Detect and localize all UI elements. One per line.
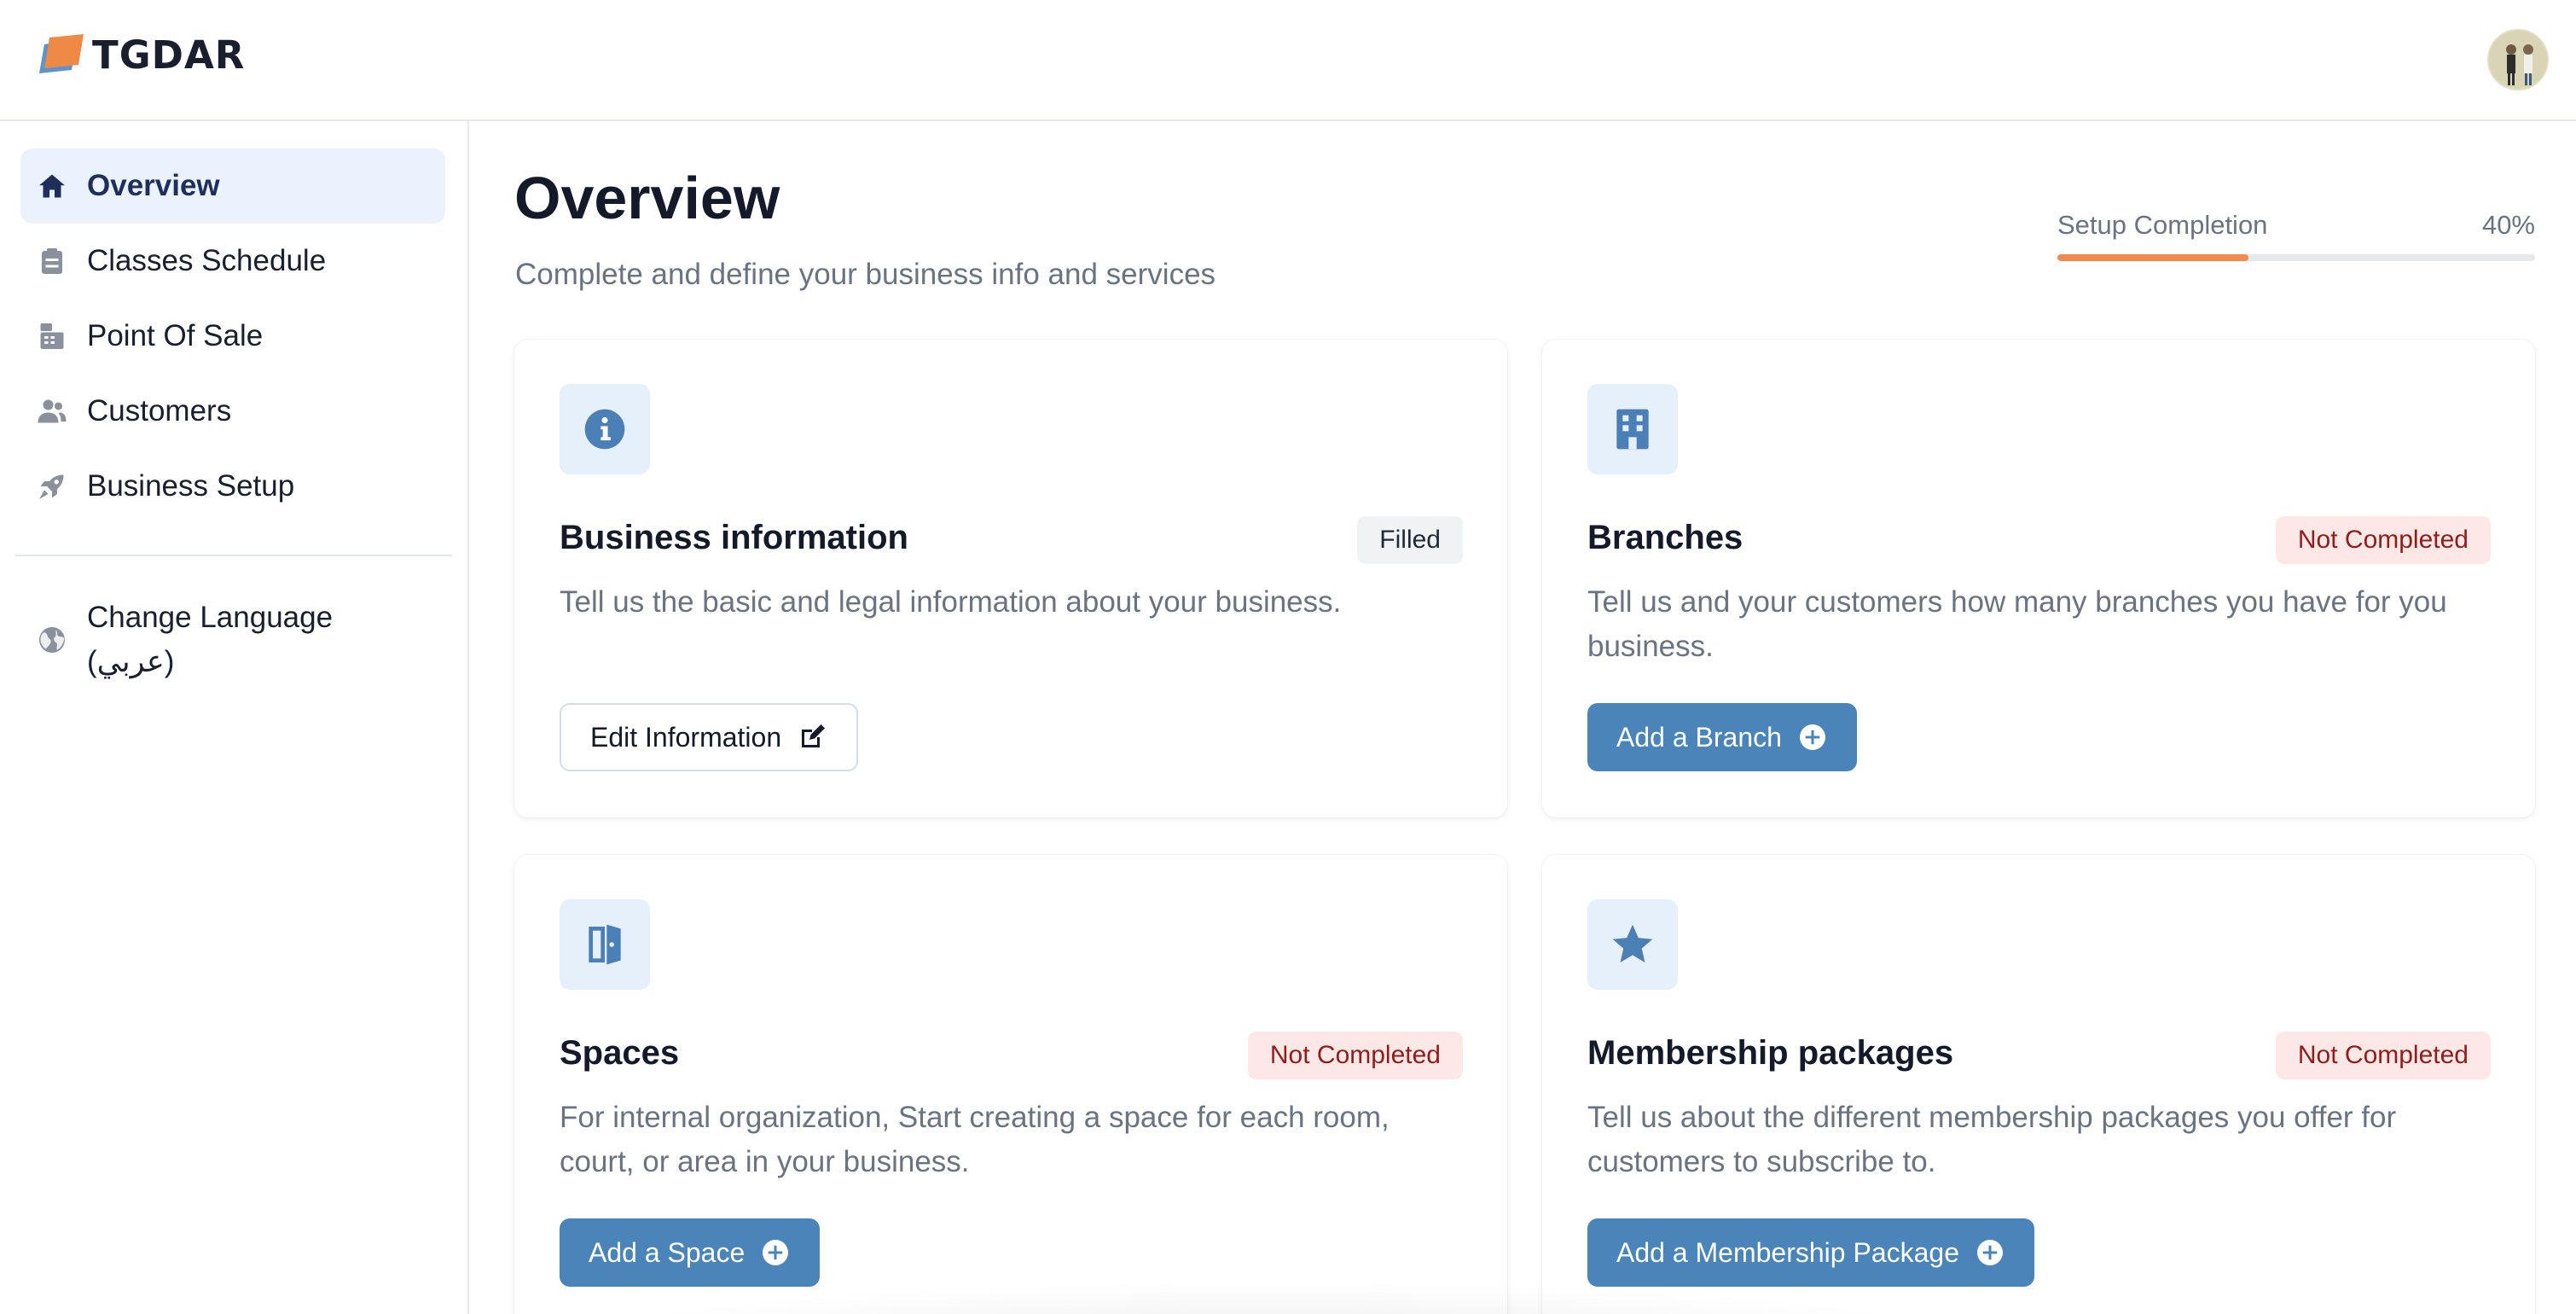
- info-icon: [560, 384, 650, 474]
- plus-circle-icon: [1975, 1237, 2005, 1268]
- sidebar-item-customers[interactable]: Customers: [20, 374, 445, 449]
- change-language-line2: (عربي): [87, 645, 175, 678]
- card-description: Tell us and your customers how many bran…: [1587, 585, 2447, 663]
- plus-circle-icon: [1797, 722, 1828, 753]
- sidebar-item-label: Point Of Sale: [87, 319, 264, 352]
- sidebar-item-label: Classes Schedule: [87, 244, 327, 277]
- setup-completion-header: Setup Completion 40%: [2057, 210, 2535, 241]
- sidebar: Overview Classes Schedule Point Of Sale …: [0, 121, 469, 1314]
- top-bar: TGDAR: [0, 0, 2576, 121]
- avatar-image: [2489, 31, 2547, 89]
- setup-completion-label: Setup Completion: [2057, 210, 2268, 240]
- card-description: Tell us the basic and legal information …: [560, 585, 1342, 619]
- plus-circle-icon: [760, 1237, 791, 1268]
- sidebar-item-overview[interactable]: Overview: [20, 148, 445, 224]
- main-content: Overview Complete and define your busine…: [471, 121, 2576, 1314]
- brand-logo[interactable]: TGDAR: [36, 31, 245, 78]
- card-description: For internal organization, Start creatin…: [560, 1101, 1390, 1178]
- page-subtitle: Complete and define your business info a…: [515, 258, 1216, 291]
- add-space-button[interactable]: Add a Space: [560, 1218, 821, 1287]
- user-avatar[interactable]: [2487, 29, 2549, 90]
- button-label: Add a Branch: [1616, 721, 1782, 753]
- sidebar-item-point-of-sale[interactable]: Point Of Sale: [20, 299, 445, 374]
- home-icon: [34, 168, 70, 204]
- add-membership-package-button[interactable]: Add a Membership Package: [1587, 1218, 2034, 1287]
- sidebar-item-label: Overview: [87, 169, 220, 202]
- card-title: Business information: [560, 519, 908, 556]
- button-label: Edit Information: [590, 721, 782, 753]
- card-title: Membership packages: [1587, 1034, 1954, 1072]
- door-icon: [560, 899, 650, 990]
- sidebar-divider: [15, 555, 452, 556]
- card-spaces: Spaces Not Completed For internal organi…: [514, 855, 1507, 1314]
- brand-name: TGDAR: [92, 32, 246, 78]
- setup-completion: Setup Completion 40%: [2057, 210, 2535, 261]
- card-business-information: Business information Filled Tell us the …: [514, 340, 1507, 817]
- sidebar-item-business-setup[interactable]: Business Setup: [20, 449, 445, 524]
- page-title: Overview: [514, 165, 780, 231]
- card-description: Tell us about the different membership p…: [1587, 1101, 2397, 1178]
- button-label: Add a Space: [589, 1236, 746, 1268]
- tgdar-logo-icon: [39, 34, 84, 73]
- sidebar-item-label: Customers: [87, 394, 232, 427]
- status-badge: Filled: [1357, 516, 1463, 564]
- building-icon: [1587, 384, 1678, 474]
- change-language-label: Change Language (عربي): [87, 596, 333, 684]
- card-title: Spaces: [560, 1034, 680, 1072]
- edit-information-button[interactable]: Edit Information: [560, 703, 859, 771]
- sidebar-nav: Overview Classes Schedule Point Of Sale …: [20, 148, 445, 524]
- sidebar-item-label: Business Setup: [87, 469, 295, 503]
- scroll-shadow: [590, 1282, 1955, 1314]
- progress-track: [2057, 254, 2535, 261]
- card-title: Branches: [1587, 519, 1743, 556]
- change-language-line1: Change Language: [87, 601, 334, 634]
- rocket-icon: [34, 468, 70, 504]
- card-membership-packages: Membership packages Not Completed Tell u…: [1542, 855, 2535, 1314]
- button-label: Add a Membership Package: [1616, 1236, 1959, 1268]
- status-badge: Not Completed: [2275, 516, 2491, 564]
- users-icon: [34, 393, 70, 429]
- status-badge: Not Completed: [1247, 1032, 1463, 1079]
- clipboard-icon: [34, 243, 70, 279]
- register-icon: [34, 318, 70, 354]
- globe-icon: [34, 622, 70, 658]
- setup-completion-value: 40%: [2481, 210, 2535, 240]
- status-badge: Not Completed: [2275, 1032, 2491, 1079]
- star-icon: [1587, 899, 1678, 990]
- add-branch-button[interactable]: Add a Branch: [1587, 703, 1857, 771]
- progress-fill: [2057, 254, 2248, 261]
- change-language-button[interactable]: Change Language (عربي): [34, 596, 444, 684]
- edit-icon: [797, 722, 827, 753]
- sidebar-item-classes-schedule[interactable]: Classes Schedule: [20, 224, 445, 299]
- app-root: TGDAR Overview Classes Schedule Point Of…: [0, 0, 2576, 1314]
- card-branches: Branches Not Completed Tell us and your …: [1542, 340, 2535, 817]
